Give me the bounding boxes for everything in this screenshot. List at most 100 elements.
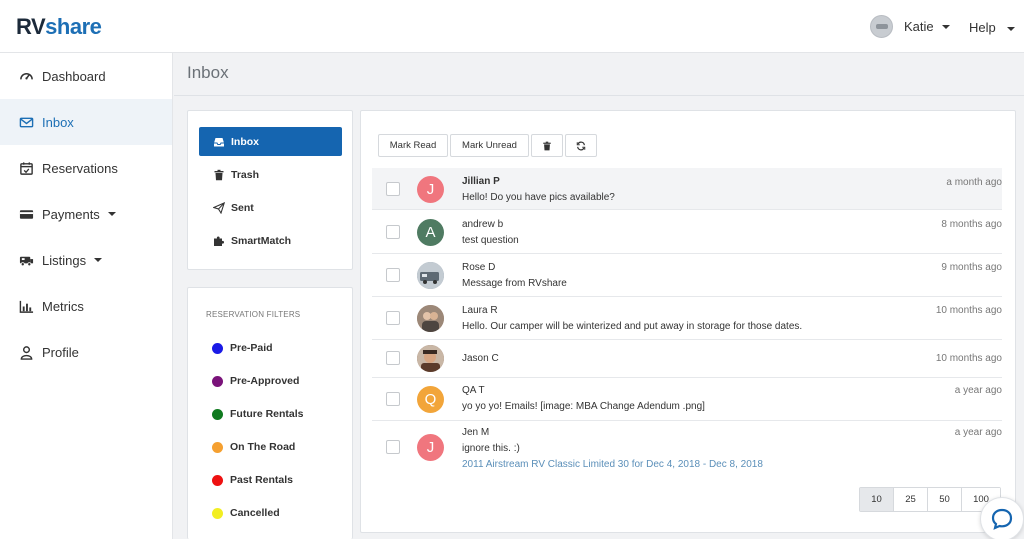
message-time: 10 months ago xyxy=(935,353,1002,364)
folder-label: Sent xyxy=(231,201,254,214)
message-row[interactable]: J Jen M ignore this. :) 2011 Airstream R… xyxy=(372,421,1002,477)
sender-avatar-photo[interactable] xyxy=(417,305,444,332)
chat-support-button[interactable] xyxy=(980,497,1024,539)
sidebar-item-label: Metrics xyxy=(42,298,84,314)
trash-icon xyxy=(213,169,225,181)
filter-label: Pre-Approved xyxy=(230,375,300,387)
user-icon xyxy=(18,344,34,360)
chevron-down-icon xyxy=(94,258,103,262)
rv-icon xyxy=(18,252,34,268)
sender-avatar[interactable]: J xyxy=(417,434,444,461)
message-list-panel: Mark Read Mark Unread J Jillian P Hello!… xyxy=(360,110,1016,533)
page-size-10[interactable]: 10 xyxy=(860,488,894,511)
sender-avatar-photo[interactable] xyxy=(417,262,444,289)
message-preview: ignore this. :) xyxy=(462,443,520,454)
filter-pre-paid[interactable]: Pre-Paid xyxy=(212,341,273,355)
message-checkbox[interactable] xyxy=(386,182,400,196)
message-checkbox[interactable] xyxy=(386,225,400,239)
message-preview: Message from RVshare xyxy=(462,278,567,289)
paper-plane-icon xyxy=(213,201,225,214)
mark-unread-button[interactable]: Mark Unread xyxy=(450,134,529,157)
sender-name: Jillian P xyxy=(462,176,500,187)
sender-name: Jason C xyxy=(462,353,499,364)
page-size-25[interactable]: 25 xyxy=(894,488,928,511)
user-menu[interactable]: Katie xyxy=(870,15,950,38)
message-row[interactable]: A andrew b test question 8 months ago xyxy=(372,211,1002,254)
refresh-icon xyxy=(576,141,586,150)
status-dot xyxy=(212,342,223,354)
inbox-icon xyxy=(213,136,225,148)
message-checkbox[interactable] xyxy=(386,351,400,365)
credit-card-icon xyxy=(18,206,34,222)
filter-past-rentals[interactable]: Past Rentals xyxy=(212,473,293,487)
folder-inbox[interactable]: Inbox xyxy=(199,127,342,156)
folder-sent[interactable]: Sent xyxy=(199,193,342,222)
chat-bubble-icon xyxy=(991,508,1013,530)
sender-name: Rose D xyxy=(462,262,496,273)
sidebar-item-label: Payments xyxy=(42,206,100,222)
sidebar-item-inbox[interactable]: Inbox xyxy=(0,99,172,145)
envelope-icon xyxy=(18,114,34,130)
sender-avatar-photo[interactable] xyxy=(417,345,444,372)
folder-trash[interactable]: Trash xyxy=(199,160,342,189)
sender-name: Laura R xyxy=(462,305,498,316)
message-time: 9 months ago xyxy=(941,262,1002,273)
sidebar-item-label: Profile xyxy=(42,344,79,360)
message-row[interactable]: Rose D Message from RVshare 9 months ago xyxy=(372,254,1002,297)
person-photo-icon xyxy=(417,345,444,372)
page-size-50[interactable]: 50 xyxy=(928,488,962,511)
message-row[interactable]: Laura R Hello. Our camper will be winter… xyxy=(372,297,1002,340)
sender-avatar[interactable]: Q xyxy=(417,386,444,413)
sender-avatar[interactable]: J xyxy=(417,176,444,203)
message-checkbox[interactable] xyxy=(386,392,400,406)
user-name: Katie xyxy=(904,19,934,34)
sidebar-item-label: Inbox xyxy=(42,114,74,130)
sender-name: andrew b xyxy=(462,219,504,230)
sidebar-item-dashboard[interactable]: Dashboard xyxy=(0,53,172,99)
message-checkbox[interactable] xyxy=(386,440,400,454)
filter-label: On The Road xyxy=(230,441,296,453)
help-menu[interactable]: Help xyxy=(969,20,1016,35)
sender-avatar[interactable]: A xyxy=(417,219,444,246)
filter-on-the-road[interactable]: On The Road xyxy=(212,440,295,454)
chevron-down-icon xyxy=(941,24,950,29)
top-header: RVshare Katie Help xyxy=(0,0,1024,53)
folder-label: SmartMatch xyxy=(231,234,292,247)
filter-future-rentals[interactable]: Future Rentals xyxy=(212,407,304,421)
message-time: a month ago xyxy=(946,177,1002,188)
sidebar-item-listings[interactable]: Listings xyxy=(0,237,172,283)
message-row[interactable]: J Jillian P Hello! Do you have pics avai… xyxy=(372,168,1002,210)
logo-text-share: share xyxy=(45,14,102,39)
page-size-selector: 10 25 50 100 xyxy=(859,487,1001,512)
sender-name: Jen M xyxy=(462,427,490,438)
message-row[interactable]: Q QA T yo yo yo! Emails! [image: MBA Cha… xyxy=(372,378,1002,421)
message-time: a year ago xyxy=(954,427,1002,438)
rvshare-logo[interactable]: RVshare xyxy=(16,14,102,40)
delete-button[interactable] xyxy=(531,134,563,157)
rv-photo-icon xyxy=(417,262,444,289)
user-avatar xyxy=(870,15,893,38)
reservation-link[interactable]: 2011 Airstream RV Classic Limited 30 for… xyxy=(462,459,763,470)
mark-read-button[interactable]: Mark Read xyxy=(378,134,448,157)
message-checkbox[interactable] xyxy=(386,268,400,282)
message-time: a year ago xyxy=(954,385,1002,396)
sidebar: Dashboard Inbox Reservations Payments Li… xyxy=(0,53,173,539)
filter-pre-approved[interactable]: Pre-Approved xyxy=(212,374,299,388)
sidebar-item-payments[interactable]: Payments xyxy=(0,191,172,237)
message-toolbar: Mark Read Mark Unread xyxy=(378,134,599,157)
sidebar-item-metrics[interactable]: Metrics xyxy=(0,283,172,329)
folder-label: Trash xyxy=(231,168,260,181)
message-preview: Hello. Our camper will be winterized and… xyxy=(462,321,803,332)
logo-text-rv: RV xyxy=(16,14,46,39)
filter-cancelled[interactable]: Cancelled xyxy=(212,506,280,520)
sidebar-item-reservations[interactable]: Reservations xyxy=(0,145,172,191)
status-dot xyxy=(212,408,223,420)
refresh-button[interactable] xyxy=(565,134,597,157)
message-time: 10 months ago xyxy=(935,305,1002,316)
puzzle-icon xyxy=(213,235,225,247)
message-checkbox[interactable] xyxy=(386,311,400,325)
folder-smartmatch[interactable]: SmartMatch xyxy=(199,226,342,255)
message-row[interactable]: Jason C 10 months ago xyxy=(372,340,1002,378)
filter-label: Past Rentals xyxy=(230,474,294,486)
sidebar-item-profile[interactable]: Profile xyxy=(0,329,172,375)
